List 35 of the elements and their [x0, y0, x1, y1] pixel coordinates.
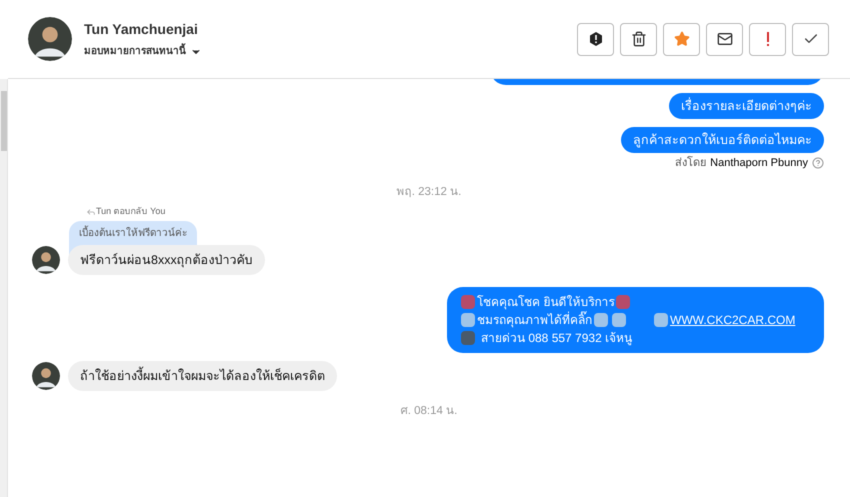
sender-name: Nanthaporn Pbunny: [710, 156, 808, 171]
message-line: โชคคุณโชค ยินดีให้บริการ: [477, 294, 614, 311]
emoji-icon: [612, 313, 626, 328]
assign-conversation-dropdown[interactable]: มอบหมายการสนทนานี้: [84, 44, 202, 59]
emoji-icon: [461, 295, 475, 310]
sender-label: ส่งโดย: [675, 155, 706, 171]
toolbar-button[interactable]: [620, 22, 657, 56]
avatar: [28, 17, 72, 61]
trash-icon: [630, 31, 646, 47]
toolbar-button[interactable]: [706, 22, 743, 56]
message-bubble: ถ้าใช้อย่างงี้ผมเข้าใจผมจะได้ลองให้เช็คเครดิต: [68, 361, 337, 392]
contact-name: Tun Yamchuenjai: [84, 20, 199, 39]
help-icon: [812, 157, 824, 170]
emoji-icon: [461, 313, 475, 328]
scrollbar[interactable]: [0, 79, 8, 497]
message-bubble: ฟรีดาว์นผ่อน8xxxถุกต้องป่าวคับ: [68, 245, 265, 276]
reply-icon: [86, 206, 96, 216]
envelope-icon: [716, 31, 732, 47]
message-bubble: ลูกค้าสะดวกให้เบอร์ติดต่อไหมคะ: [621, 127, 824, 153]
message-line: สายด่วน 088 557 7932 เจ้หนู: [481, 330, 632, 348]
avatar: [32, 246, 60, 274]
emoji-icon: [654, 313, 668, 328]
emoji-icon: [594, 313, 608, 328]
alert-icon: [588, 31, 604, 47]
website-link[interactable]: WWW.CKC2CAR.COM: [670, 311, 796, 330]
exclamation-icon: [764, 31, 770, 47]
message-line: ชมรถคุณภาพได้ที่คลิ๊ก: [477, 311, 592, 330]
emoji-icon: [616, 295, 630, 310]
emoji-icon: [461, 331, 475, 346]
avatar: [32, 362, 60, 390]
timestamp: ศ. 08:14 น.: [400, 404, 458, 420]
message-bubble: เรื่องรายละเอียดต่างๆค่ะ: [669, 93, 824, 119]
reply-label: Tun ตอบกลับ You: [96, 204, 166, 218]
toolbar-button[interactable]: [577, 22, 614, 56]
timestamp: พฤ. 23:12 น.: [396, 184, 462, 200]
